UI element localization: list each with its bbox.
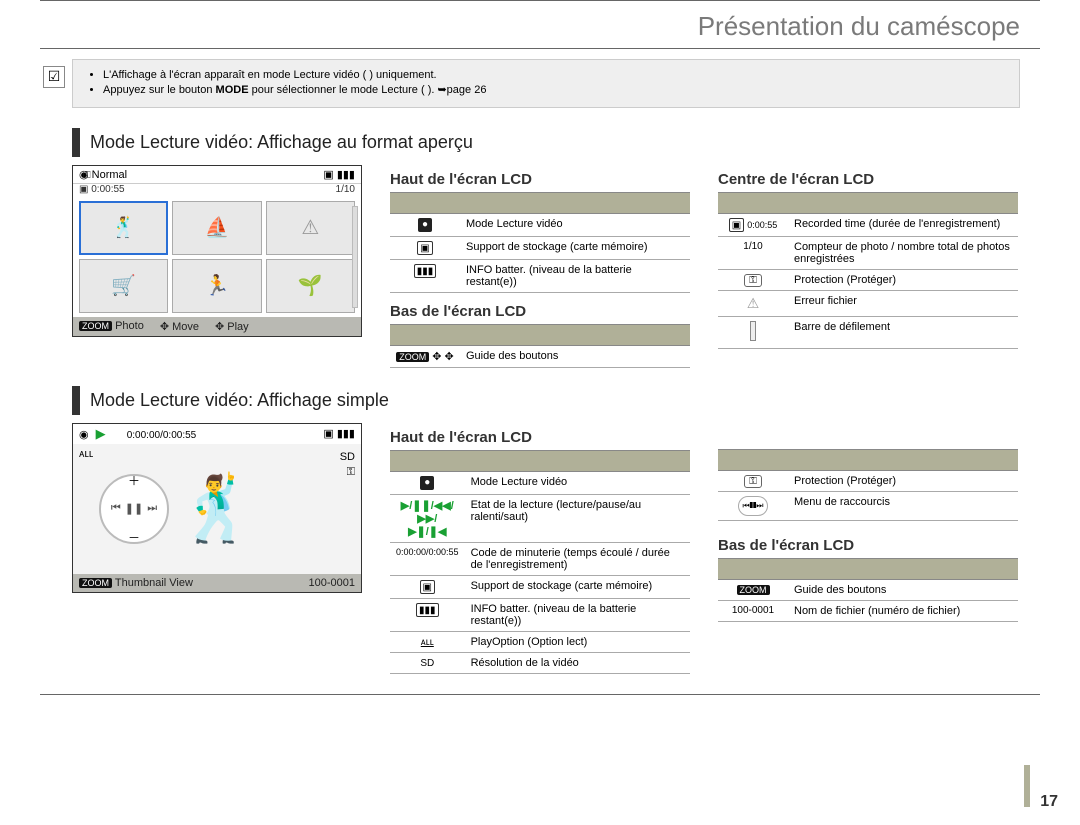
info-note: ☑ L'Affichage à l'écran apparaît en mode… (72, 59, 1020, 108)
thumbnail-2[interactable]: ⛵ (172, 201, 261, 255)
zoom-icon: ZOOM (737, 585, 770, 595)
file-number-icon: 100-0001 (718, 600, 788, 621)
video-mode-icon: ● (420, 476, 434, 490)
card-icon: ▣ (420, 580, 435, 594)
centre-row-1: Compteur de photo / nombre total de phot… (788, 236, 1018, 269)
footer-file-number: 100-0001 (309, 577, 356, 589)
zoom-icon: ZOOM (396, 352, 429, 362)
protect-key-icon: ⚿ (340, 465, 355, 480)
footer-photo-label: Photo (115, 320, 144, 332)
bas1-table: ZOOM ✥ ✥ Guide des boutons (390, 346, 690, 368)
scrollbar-icon (750, 321, 756, 341)
haut2-row-4: INFO batter. (niveau de la batterie rest… (465, 598, 690, 631)
note-line-1: L'Affichage à l'écran apparaît en mode L… (103, 68, 1007, 83)
note-line-2: Appuyez sur le bouton MODE pour sélectio… (103, 83, 1007, 98)
card-icon: ▣ ▮▮▮ (323, 168, 355, 181)
thumbnail-5[interactable]: 🏃 (172, 259, 261, 313)
next-icon[interactable]: ⏭ (147, 502, 157, 515)
file-error-icon: ⚠ (747, 295, 760, 311)
info-badge-icon: ☑ (43, 66, 65, 88)
haut2-title: Haut de l'écran LCD (390, 429, 690, 446)
page-title: Présentation du caméscope (0, 11, 1020, 42)
page-number-bar (1024, 765, 1030, 807)
zoom-out-icon[interactable]: － (128, 529, 140, 546)
playoption-all-icon: ᴀʟʟ (421, 637, 434, 648)
playoption-all-icon: ᴀʟʟ (79, 448, 93, 460)
zoom-in-icon[interactable]: ＋ (128, 472, 140, 489)
joystick-icon: ✥ ✥ (432, 351, 454, 363)
haut2-row-1: Etat de la lecture (lecture/pause/au ral… (465, 494, 690, 542)
centre-row-2: Protection (Protéger) (788, 269, 1018, 290)
timecode-icon: 0:00:00/0:00:55 (390, 542, 465, 575)
haut1-row-2: INFO batter. (niveau de la batterie rest… (460, 259, 690, 292)
lcd1-time: 0:00:55 (91, 184, 124, 195)
card-icon: ▣ ▮▮▮ (323, 427, 355, 440)
thumbnail-4[interactable]: 🛒 (79, 259, 168, 313)
footer-move-label: Move (172, 321, 199, 333)
haut2-row-3: Support de stockage (carte mémoire) (465, 575, 690, 598)
bas2-row-1: Nom de fichier (numéro de fichier) (788, 600, 1018, 621)
haut1-table: ● Mode Lecture vidéo ▣ Support de stocka… (390, 214, 690, 293)
card-icon: ▣ (417, 241, 432, 255)
centre-row-3: Erreur fichier (788, 290, 1018, 316)
lcd2-timecode: 0:00:00/0:00:55 (127, 430, 197, 441)
shortcut-ring-icon: ⏮❚❚⏭ (738, 496, 768, 516)
shortcut-ring-control[interactable]: ＋ ⏮ ❚❚ ⏭ － (99, 474, 169, 544)
centre-row-4: Barre de défilement (788, 316, 1018, 348)
mode-button-label: MODE (216, 84, 249, 96)
video-preview-silhouette: 🕺 (177, 471, 257, 546)
footer-play-label: Play (227, 321, 248, 333)
right2a-row-0: Protection (Protéger) (788, 471, 1018, 492)
sd-icon: SD (420, 658, 434, 669)
thumbnail-scrollbar[interactable] (352, 206, 358, 308)
thumbnail-3[interactable]: ⚠ (266, 201, 355, 255)
sd-icon: SD (340, 450, 355, 465)
bas2-row-0: Guide des boutons (788, 580, 1018, 601)
bas1-row-0: Guide des boutons (460, 346, 690, 368)
section-heading-simple-view: Mode Lecture vidéo: Affichage simple (72, 386, 1080, 415)
right2a-table: ⚿ Protection (Protéger) ⏮❚❚⏭ Menu de rac… (718, 471, 1018, 521)
centre-row-0: Recorded time (durée de l'enregistrement… (788, 214, 1018, 237)
haut1-row-0: Mode Lecture vidéo (460, 214, 690, 237)
protect-key-icon: ⚿ (744, 475, 762, 488)
playstate-icons: ▶/❚❚/◀◀/▶▶/▶❚/❚◀ (401, 500, 454, 538)
haut2-row-5: PlayOption (Option lect) (465, 631, 690, 652)
bas2-title: Bas de l'écran LCD (718, 537, 1018, 554)
haut1-title: Haut de l'écran LCD (390, 171, 690, 188)
lcd-thumbnail-screen: ◉ Normal ▣ ▮▮▮ ▣ 0:00:55 1/10 🕺⚿ ⛵ ⚠ 🛒 🏃… (72, 165, 362, 337)
rec-time-icon: ▣ (729, 218, 744, 232)
centre-title: Centre de l'écran LCD (718, 171, 1018, 188)
battery-icon: ▮▮▮ (414, 264, 437, 278)
lcd1-count: 1/10 (336, 184, 355, 195)
battery-icon: ▮▮▮ (416, 603, 439, 617)
zoom-chip-icon: ZOOM (79, 321, 112, 331)
lcd-simple-screen: ◉ ▶ 0:00:00/0:00:55 ▣ ▮▮▮ 🕺 ＋ ⏮ ❚❚ ⏭ － S… (72, 423, 362, 593)
prev-icon[interactable]: ⏮ (111, 502, 121, 515)
haut2-row-2: Code de minuterie (temps écoulé / durée … (465, 542, 690, 575)
haut1-row-1: Support de stockage (carte mémoire) (460, 236, 690, 259)
pause-icon[interactable]: ❚❚ (125, 502, 143, 515)
battery-icon: ▮▮▮ (337, 428, 355, 440)
thumbnail-1[interactable]: 🕺⚿ (79, 201, 168, 255)
bas2-table: ZOOM Guide des boutons 100-0001 Nom de f… (718, 580, 1018, 622)
thumbnail-6[interactable]: 🌱 (266, 259, 355, 313)
count-icon: 1/10 (718, 236, 788, 269)
page-number: 17 (1040, 793, 1058, 811)
video-mode-icon: ● (418, 218, 432, 232)
bas1-title: Bas de l'écran LCD (390, 303, 690, 320)
play-icon: ▶ (96, 426, 106, 441)
centre-table: ▣ 0:00:55 Recorded time (durée de l'enre… (718, 214, 1018, 349)
battery-icon: ▮▮▮ (337, 169, 355, 181)
lcd1-mode-label: Normal (92, 169, 127, 181)
right2a-row-1: Menu de raccourcis (788, 491, 1018, 520)
section-heading-thumbnail-view: Mode Lecture vidéo: Affichage au format … (72, 128, 1080, 157)
footer-thumbnail-label: Thumbnail View (115, 577, 193, 589)
haut2-row-0: Mode Lecture vidéo (465, 472, 690, 495)
haut2-table: ● Mode Lecture vidéo ▶/❚❚/◀◀/▶▶/▶❚/❚◀ Et… (390, 472, 690, 674)
zoom-chip-icon: ZOOM (79, 578, 112, 588)
haut2-row-6: Résolution de la vidéo (465, 652, 690, 673)
lcd2-right-icons: SD ⚿ (340, 450, 355, 481)
protect-key-icon: ⚿ (744, 274, 762, 287)
